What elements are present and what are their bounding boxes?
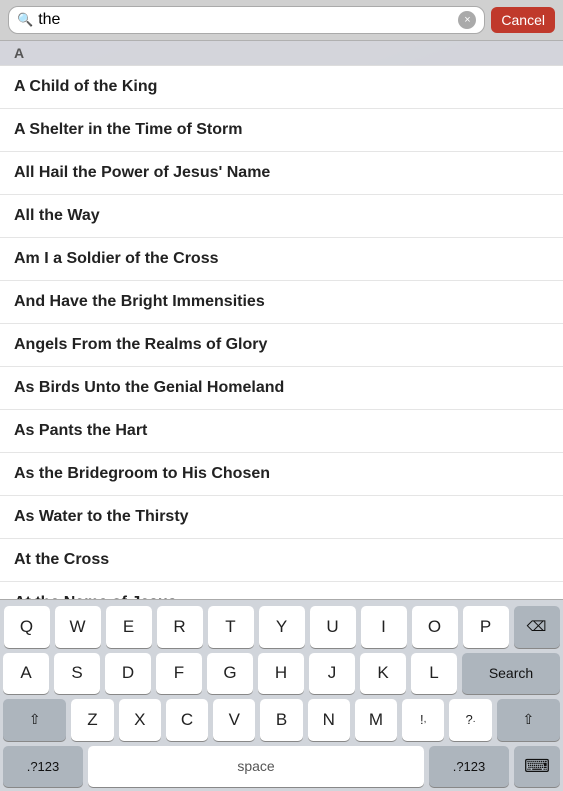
list-item[interactable]: As Water to the Thirsty (0, 496, 563, 539)
search-key[interactable]: Search (462, 653, 560, 695)
key-p[interactable]: P (463, 606, 509, 648)
key-v[interactable]: V (213, 699, 255, 741)
key-o[interactable]: O (412, 606, 458, 648)
list-item[interactable]: As Pants the Hart (0, 410, 563, 453)
key-n[interactable]: N (308, 699, 350, 741)
key-exclaim-comma[interactable]: !, (402, 699, 444, 741)
key-h[interactable]: H (258, 653, 304, 695)
symbols-left-key[interactable]: .?123 (3, 746, 83, 788)
section-a-group: A Child of the King A Shelter in the Tim… (0, 65, 563, 599)
search-bar: 🔍 × Cancel (0, 0, 563, 41)
keyboard: Q W E R T Y U I O P ⌫ A S D F G H J K L … (0, 599, 563, 791)
shift-right-key[interactable]: ⇧ (497, 699, 560, 741)
search-input[interactable] (38, 11, 453, 29)
keyboard-row-4: .?123 space .?123 ⌨ (3, 746, 560, 788)
key-q[interactable]: Q (4, 606, 50, 648)
keyboard-row-1: Q W E R T Y U I O P ⌫ (3, 606, 560, 648)
list-item[interactable]: And Have the Bright Immensities (0, 281, 563, 324)
key-g[interactable]: G (207, 653, 253, 695)
key-j[interactable]: J (309, 653, 355, 695)
section-header-a: A (0, 41, 563, 65)
key-e[interactable]: E (106, 606, 152, 648)
list-item[interactable]: All Hail the Power of Jesus' Name (0, 152, 563, 195)
shift-left-key[interactable]: ⇧ (3, 699, 66, 741)
key-a[interactable]: A (3, 653, 49, 695)
key-l[interactable]: L (411, 653, 457, 695)
key-u[interactable]: U (310, 606, 356, 648)
list-item[interactable]: At the Name of Jesus (0, 582, 563, 599)
list-item[interactable]: All the Way (0, 195, 563, 238)
key-y[interactable]: Y (259, 606, 305, 648)
key-f[interactable]: F (156, 653, 202, 695)
list-item[interactable]: As the Bridegroom to His Chosen (0, 453, 563, 496)
search-icon: 🔍 (17, 12, 33, 28)
key-i[interactable]: I (361, 606, 407, 648)
key-x[interactable]: X (119, 699, 161, 741)
key-t[interactable]: T (208, 606, 254, 648)
keyboard-row-2: A S D F G H J K L Search (3, 653, 560, 695)
list-item[interactable]: At the Cross (0, 539, 563, 582)
key-k[interactable]: K (360, 653, 406, 695)
key-c[interactable]: C (166, 699, 208, 741)
list-item[interactable]: Angels From the Realms of Glory (0, 324, 563, 367)
key-m[interactable]: M (355, 699, 397, 741)
key-s[interactable]: S (54, 653, 100, 695)
symbols-right-key[interactable]: .?123 (429, 746, 509, 788)
emoji-key[interactable]: ⌨ (514, 746, 560, 788)
key-d[interactable]: D (105, 653, 151, 695)
key-w[interactable]: W (55, 606, 101, 648)
keyboard-row-3: ⇧ Z X C V B N M !, ?. ⇧ (3, 699, 560, 741)
clear-button[interactable]: × (458, 11, 476, 29)
space-key[interactable]: space (88, 746, 424, 788)
key-b[interactable]: B (260, 699, 302, 741)
key-z[interactable]: Z (71, 699, 113, 741)
list-item[interactable]: As Birds Unto the Genial Homeland (0, 367, 563, 410)
key-r[interactable]: R (157, 606, 203, 648)
backspace-key[interactable]: ⌫ (514, 606, 560, 648)
search-input-wrapper: 🔍 × (8, 6, 485, 34)
key-question-period[interactable]: ?. (449, 699, 491, 741)
search-results-list: A A Child of the King A Shelter in the T… (0, 41, 563, 599)
list-item[interactable]: A Child of the King (0, 66, 563, 109)
list-item[interactable]: A Shelter in the Time of Storm (0, 109, 563, 152)
cancel-button[interactable]: Cancel (491, 7, 555, 33)
list-item[interactable]: Am I a Soldier of the Cross (0, 238, 563, 281)
